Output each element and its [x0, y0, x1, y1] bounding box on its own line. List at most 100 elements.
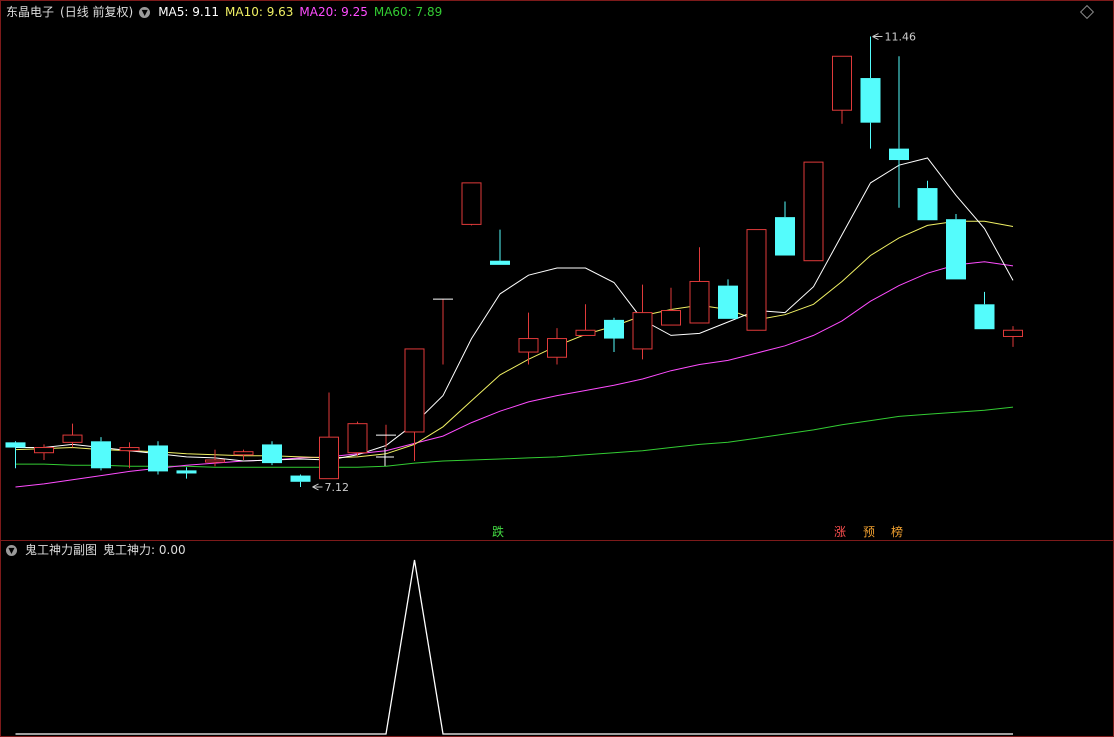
candle [119, 442, 140, 469]
candle [547, 328, 567, 365]
candle-body [604, 319, 624, 339]
candle-body [490, 260, 510, 265]
ma60-value: 7.89 [415, 5, 443, 19]
ma20-label: MA20: [299, 5, 338, 19]
candle [661, 287, 681, 326]
candle-body [518, 338, 539, 353]
candle-body [832, 55, 852, 111]
candle-body [575, 329, 596, 336]
ma10-readout: MA10: 9.63 [225, 5, 293, 19]
candle-body [803, 161, 824, 262]
period-label: (日线 前复权) [60, 5, 134, 19]
candle-body [974, 304, 995, 330]
candle [803, 161, 824, 262]
candle-body [718, 285, 738, 319]
candle-body [860, 78, 881, 123]
candle-body [1003, 329, 1023, 337]
candle-body [917, 188, 938, 221]
candle [689, 247, 710, 324]
candle-body [775, 217, 795, 256]
low-arrow [312, 483, 323, 491]
candle [347, 421, 368, 456]
candle [262, 441, 282, 466]
chart-frame: 11.46 7.12 [0, 0, 1114, 737]
chevron-down-icon[interactable]: ▼ [139, 6, 151, 18]
candle [176, 467, 197, 479]
ma5-value: 9.11 [192, 5, 219, 19]
ma5-label: MA5: [158, 5, 189, 19]
sub-indicator-label: 鬼工神力: [103, 543, 156, 557]
candle [404, 348, 425, 462]
ma5-readout: MA5: 9.11 [158, 5, 219, 19]
candle-body [347, 423, 368, 454]
candle [575, 304, 596, 336]
candle-body [119, 447, 140, 452]
candle [433, 298, 453, 365]
candle-body [319, 436, 339, 480]
ma10-line [15, 220, 1014, 459]
signal-fall: 跌 [492, 525, 505, 539]
sub-indicator-line [15, 559, 1013, 735]
chevron-down-icon[interactable]: ▼ [6, 544, 17, 556]
candle [233, 449, 254, 460]
candle-body [176, 470, 197, 474]
candle [889, 56, 909, 208]
ma20-readout: MA20: 9.25 [299, 5, 367, 19]
signal-board: 榜 [891, 525, 904, 539]
sub-title: 鬼工神力副图 [25, 543, 98, 557]
candle [746, 229, 767, 331]
candle [1003, 326, 1023, 347]
candle-body [91, 441, 111, 469]
candle-body [290, 475, 311, 482]
candle [718, 279, 738, 319]
candle [832, 55, 852, 124]
candle [917, 180, 938, 221]
candle-body [148, 445, 168, 472]
candle [62, 423, 83, 448]
sub-indicator-value: 0.00 [158, 543, 186, 557]
candle [290, 474, 311, 487]
candle-body [547, 338, 567, 358]
candle-body [233, 451, 254, 456]
candle-body [632, 312, 653, 350]
candle-body [661, 310, 681, 326]
candle [376, 424, 396, 448]
stock-name: 东晶电子 [6, 5, 55, 19]
crosshair-cursor [376, 448, 394, 466]
candle [490, 229, 510, 265]
candle-body [946, 219, 966, 280]
high-arrow [872, 33, 883, 40]
candle-body [205, 459, 225, 463]
candle-body [62, 434, 83, 443]
ma60-readout: MA60: 7.89 [374, 5, 442, 19]
candle-body [689, 280, 710, 324]
candle [148, 441, 168, 475]
candle [91, 437, 111, 471]
candle-body [262, 444, 282, 464]
main-price-plot[interactable]: 11.46 7.12 [5, 31, 1023, 494]
candle [632, 284, 653, 360]
signal-rise: 涨 [834, 525, 847, 539]
sub-indicator-plot[interactable] [15, 559, 1014, 735]
candle-body [461, 182, 482, 225]
candle-body [746, 229, 767, 331]
candle [946, 214, 966, 280]
outer-border [0, 0, 1114, 737]
ma5-line [15, 157, 1014, 462]
candle-body [34, 447, 54, 454]
main-header: 东晶电子 (日线 前复权) ▼ MA5: 9.11 MA10: 9.63 MA2… [6, 5, 442, 19]
low-annotation: 7.12 [325, 481, 350, 494]
high-annotation: 11.46 [885, 31, 917, 44]
candle-body [889, 148, 909, 161]
ma20-value: 9.25 [341, 5, 368, 19]
candle [518, 312, 539, 365]
candle-body [404, 348, 425, 433]
candle [604, 317, 624, 353]
sub-indicator-readout: 鬼工神力: 0.00 [103, 543, 186, 557]
candle-body [5, 442, 26, 448]
ma10-value: 9.63 [266, 5, 294, 19]
signal-pre: 预 [863, 525, 876, 539]
candle [860, 36, 881, 149]
sub-header: ▼ 鬼工神力副图 鬼工神力: 0.00 [6, 543, 186, 557]
candle [461, 182, 482, 226]
